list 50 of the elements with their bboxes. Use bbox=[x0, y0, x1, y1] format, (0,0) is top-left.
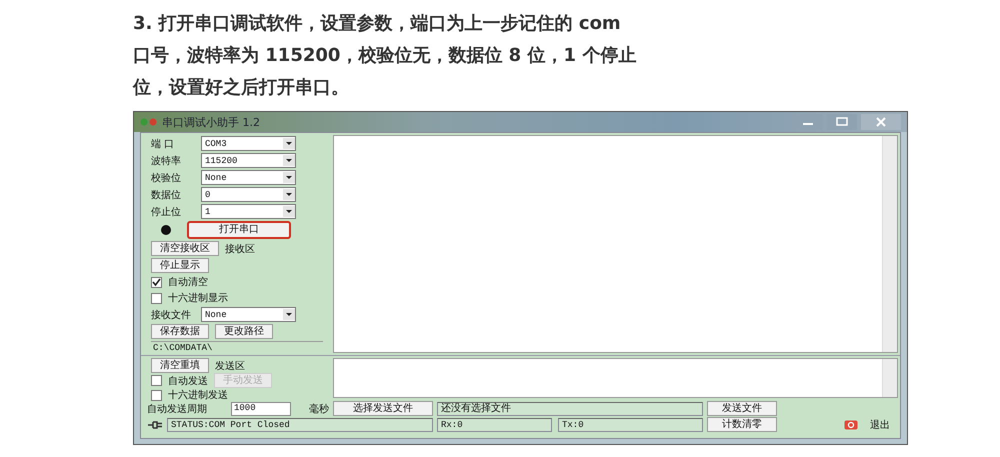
close-icon[interactable] bbox=[861, 114, 901, 130]
setting-label: 数据位 bbox=[151, 188, 182, 202]
period-field[interactable]: 1000 bbox=[231, 402, 291, 416]
send-area-label: 发送区 bbox=[215, 360, 245, 372]
app-icon bbox=[140, 117, 158, 127]
checkbox[interactable] bbox=[151, 375, 162, 386]
scrollbar[interactable] bbox=[882, 359, 897, 397]
exit-icon bbox=[844, 420, 858, 430]
rx-counter: Rx:0 bbox=[437, 418, 552, 432]
open-port-button[interactable]: 打开串口 bbox=[187, 221, 291, 240]
scrollbar[interactable] bbox=[882, 136, 897, 352]
setting-label: 端 口 bbox=[151, 138, 176, 150]
checkbox-label: 十六进制显示 bbox=[168, 292, 228, 306]
clear-receive-button[interactable]: 清空接收区 bbox=[151, 241, 219, 256]
setting-dropdown[interactable]: 0 bbox=[201, 187, 296, 202]
setting-label: 校验位 bbox=[151, 172, 182, 184]
status-text: STATUS:COM Port Closed bbox=[167, 418, 433, 432]
instruction-text: 3. 打开串口调试软件，设置参数，端口为上一步记住的 com 口号，波特率为 115200，校验位无，数据位 8 位，1 个停止 位，设置好之后打开串口。 bbox=[133, 12, 638, 100]
clear-send-button[interactable]: 清空重填 bbox=[151, 358, 209, 373]
setting-label: 波特率 bbox=[151, 154, 182, 168]
period-unit: 毫秒 bbox=[308, 402, 329, 416]
choose-file-button[interactable]: 选择发送文件 bbox=[333, 401, 433, 416]
tx-counter: Tx:0 bbox=[558, 418, 703, 432]
setting-dropdown[interactable]: 115200 bbox=[201, 153, 296, 168]
checkbox-label: 自动发送 bbox=[168, 374, 208, 388]
setting-dropdown[interactable]: 1 bbox=[201, 204, 296, 219]
change-path-button[interactable]: 更改路径 bbox=[215, 324, 273, 340]
setting-dropdown[interactable]: COM3 bbox=[201, 136, 296, 151]
checkbox[interactable] bbox=[151, 292, 162, 304]
reset-count-button[interactable]: 计数清零 bbox=[707, 417, 777, 432]
send-file-button[interactable]: 发送文件 bbox=[707, 401, 777, 416]
receive-file-dropdown[interactable]: None bbox=[201, 307, 296, 322]
receive-area-label: 接收区 bbox=[225, 242, 255, 256]
setting-dropdown[interactable]: None bbox=[201, 170, 296, 185]
save-data-button[interactable]: 保存数据 bbox=[151, 324, 209, 340]
period-label: 自动发送周期 bbox=[147, 402, 208, 416]
checkbox-label: 十六进制发送 bbox=[168, 388, 228, 402]
checkbox[interactable] bbox=[151, 276, 162, 288]
maximize-icon[interactable] bbox=[827, 114, 857, 130]
checkbox-label: 自动清空 bbox=[168, 276, 208, 290]
window-title: 串口调试小助手 1.2 bbox=[162, 114, 260, 130]
stop-display-button[interactable]: 停止显示 bbox=[151, 258, 209, 274]
save-path: C:\COMDATA\ bbox=[151, 341, 323, 355]
send-area[interactable] bbox=[333, 358, 898, 398]
setting-label: 停止位 bbox=[151, 206, 182, 218]
checkbox[interactable] bbox=[151, 390, 162, 400]
receive-file-label: 接收文件 bbox=[151, 308, 192, 322]
exit-button[interactable]: 退出 bbox=[838, 417, 896, 432]
plug-icon bbox=[147, 420, 163, 430]
file-status-field: 还没有选择文件 bbox=[437, 402, 703, 416]
